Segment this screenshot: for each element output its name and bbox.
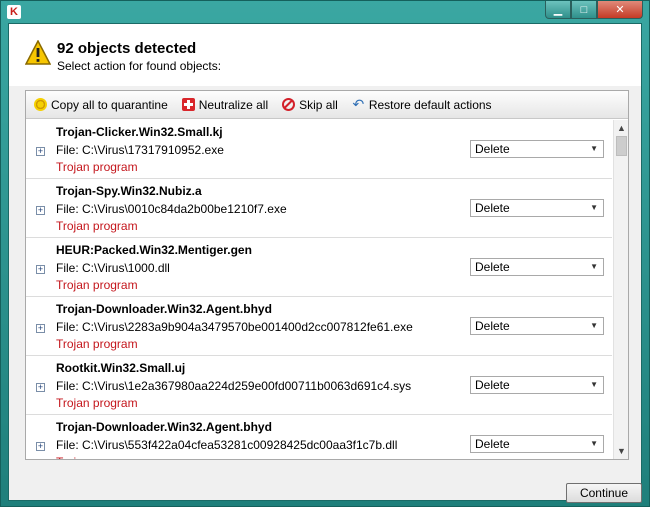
action-value: Delete bbox=[475, 260, 510, 274]
chevron-down-icon: ▼ bbox=[590, 439, 598, 448]
file-path: File: C:\Virus\1e2a367980aa224d259e00fd0… bbox=[56, 379, 412, 393]
chevron-down-icon: ▼ bbox=[590, 380, 598, 389]
threat-name: Trojan-Downloader.Win32.Agent.bhyd bbox=[56, 302, 272, 316]
list-item: Trojan-Spy.Win32.Nubiz.a + File: C:\Viru… bbox=[26, 179, 612, 238]
action-value: Delete bbox=[475, 437, 510, 451]
medical-cross-icon bbox=[181, 98, 195, 111]
action-select[interactable]: Delete ▼ bbox=[470, 199, 604, 217]
restore-label: Restore default actions bbox=[368, 97, 492, 112]
file-path: File: C:\Virus\0010c84da2b00be1210f7.exe bbox=[56, 202, 287, 216]
action-value: Delete bbox=[475, 378, 510, 392]
scroll-thumb[interactable] bbox=[616, 136, 627, 156]
warning-icon bbox=[25, 40, 51, 65]
close-button[interactable]: ✕ bbox=[597, 1, 643, 19]
file-path: File: C:\Virus\17317910952.exe bbox=[56, 143, 224, 157]
action-select[interactable]: Delete ▼ bbox=[470, 317, 604, 335]
threat-type: Trojan program bbox=[56, 455, 138, 459]
threat-name: Trojan-Spy.Win32.Nubiz.a bbox=[56, 184, 202, 198]
threat-type: Trojan program bbox=[56, 396, 138, 410]
neutralize-all-button[interactable]: Neutralize all bbox=[181, 97, 269, 112]
list-item: Rootkit.Win32.Small.uj + File: C:\Virus\… bbox=[26, 356, 612, 415]
title-bar[interactable]: K ▁ □ ✕ bbox=[1, 1, 649, 23]
neutralize-label: Neutralize all bbox=[198, 97, 269, 112]
header: 92 objects detected Select action for fo… bbox=[9, 24, 641, 86]
kaspersky-logo-icon: K bbox=[7, 5, 21, 19]
dialog-client-area: 92 objects detected Select action for fo… bbox=[8, 23, 642, 503]
threat-type: Trojan program bbox=[56, 337, 138, 351]
window-controls: ▁ □ ✕ bbox=[545, 1, 643, 19]
threat-type: Trojan program bbox=[56, 278, 138, 292]
list-item: Trojan-Downloader.Win32.Agent.bhyd + Fil… bbox=[26, 297, 612, 356]
chevron-down-icon: ▼ bbox=[590, 321, 598, 330]
chevron-down-icon: ▼ bbox=[590, 262, 598, 271]
kaspersky-window: K ▁ □ ✕ 92 objects detected Select actio… bbox=[0, 0, 650, 507]
threat-name: Trojan-Downloader.Win32.Agent.bhyd bbox=[56, 420, 272, 434]
expand-icon[interactable]: + bbox=[36, 147, 45, 156]
minimize-button[interactable]: ▁ bbox=[545, 1, 571, 19]
list-item: HEUR:Packed.Win32.Mentiger.gen + File: C… bbox=[26, 238, 612, 297]
threat-name: HEUR:Packed.Win32.Mentiger.gen bbox=[56, 243, 252, 257]
action-select[interactable]: Delete ▼ bbox=[470, 140, 604, 158]
action-select[interactable]: Delete ▼ bbox=[470, 435, 604, 453]
quarantine-label: Copy all to quarantine bbox=[51, 97, 168, 112]
prohibited-icon bbox=[282, 98, 296, 111]
action-value: Delete bbox=[475, 201, 510, 215]
maximize-button[interactable]: □ bbox=[571, 1, 597, 19]
chevron-down-icon: ▼ bbox=[590, 144, 598, 153]
expand-icon[interactable]: + bbox=[36, 265, 45, 274]
expand-icon[interactable]: + bbox=[36, 324, 45, 333]
list-item: Trojan-Downloader.Win32.Agent.bhyd + Fil… bbox=[26, 415, 612, 459]
file-path: File: C:\Virus\2283a9b904a3479570be00140… bbox=[56, 320, 413, 334]
file-path: File: C:\Virus\553f422a04cfea53281c00928… bbox=[56, 438, 398, 452]
page-subtitle: Select action for found objects: bbox=[57, 59, 222, 73]
undo-arrow-icon: ↶ bbox=[352, 96, 365, 112]
expand-icon[interactable]: + bbox=[36, 383, 45, 392]
radiation-icon bbox=[34, 98, 47, 111]
list-item: Trojan-Clicker.Win32.Small.kj + File: C:… bbox=[26, 120, 612, 179]
page-title: 92 objects detected bbox=[57, 40, 197, 57]
restore-default-actions-button[interactable]: ↶ Restore default actions bbox=[352, 96, 492, 112]
chevron-down-icon: ▼ bbox=[590, 203, 598, 212]
list-scrollbar[interactable]: ▲ ▼ bbox=[613, 120, 628, 459]
toolbar: Copy all to quarantine Neutralize all Sk… bbox=[26, 91, 628, 119]
skip-all-button[interactable]: Skip all bbox=[282, 98, 338, 112]
action-select[interactable]: Delete ▼ bbox=[470, 376, 604, 394]
file-path: File: C:\Virus\1000.dll bbox=[56, 261, 170, 275]
expand-icon[interactable]: + bbox=[36, 442, 45, 451]
objects-panel: Copy all to quarantine Neutralize all Sk… bbox=[25, 90, 629, 460]
expand-icon[interactable]: + bbox=[36, 206, 45, 215]
skip-label: Skip all bbox=[299, 97, 338, 112]
threat-name: Trojan-Clicker.Win32.Small.kj bbox=[56, 125, 223, 139]
action-value: Delete bbox=[475, 142, 510, 156]
scroll-down-icon[interactable]: ▼ bbox=[614, 443, 629, 459]
action-select[interactable]: Delete ▼ bbox=[470, 258, 604, 276]
threat-name: Rootkit.Win32.Small.uj bbox=[56, 361, 186, 375]
threat-type: Trojan program bbox=[56, 219, 138, 233]
scroll-up-icon[interactable]: ▲ bbox=[614, 120, 629, 136]
detected-objects-list: Trojan-Clicker.Win32.Small.kj + File: C:… bbox=[26, 120, 612, 459]
continue-button[interactable]: Continue bbox=[566, 483, 642, 503]
threat-type: Trojan program bbox=[56, 160, 138, 174]
copy-all-to-quarantine-button[interactable]: Copy all to quarantine bbox=[34, 98, 168, 112]
action-value: Delete bbox=[475, 319, 510, 333]
